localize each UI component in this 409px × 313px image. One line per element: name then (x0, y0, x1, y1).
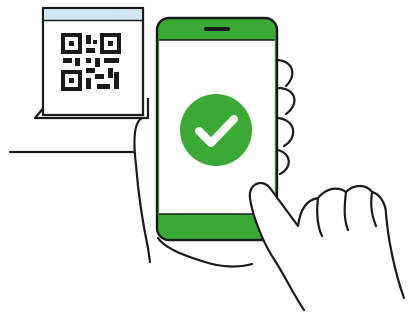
phone-speaker (204, 27, 230, 31)
success-badge (180, 94, 252, 166)
illustration-scene (0, 0, 409, 313)
hand-icon (248, 181, 406, 312)
monitor-screen (41, 6, 145, 117)
qr-scan-illustration (8, 6, 406, 312)
screen-top-bar (44, 9, 142, 21)
